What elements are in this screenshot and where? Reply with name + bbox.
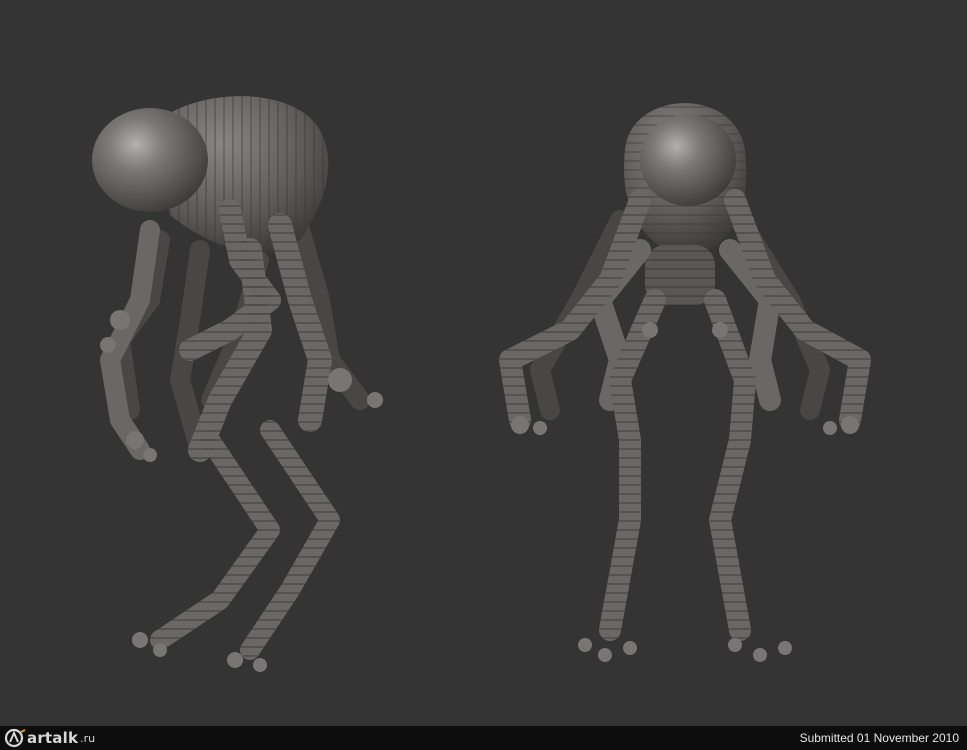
footer-bar: artalk .ru Submitted 01 November 2010	[0, 726, 967, 750]
creature-front-view	[499, 103, 871, 662]
creature-render	[92, 96, 871, 672]
head	[92, 108, 208, 212]
creature-side-view	[92, 96, 383, 672]
hands	[511, 322, 859, 662]
head	[640, 114, 736, 206]
render-viewport	[0, 0, 967, 726]
logo-name: artalk	[27, 729, 79, 747]
submitted-date: Submitted 01 November 2010	[799, 731, 959, 745]
logo-tld: .ru	[80, 731, 96, 745]
artalk-logo-icon	[4, 728, 26, 748]
artalk-logo[interactable]: artalk .ru	[4, 728, 95, 748]
